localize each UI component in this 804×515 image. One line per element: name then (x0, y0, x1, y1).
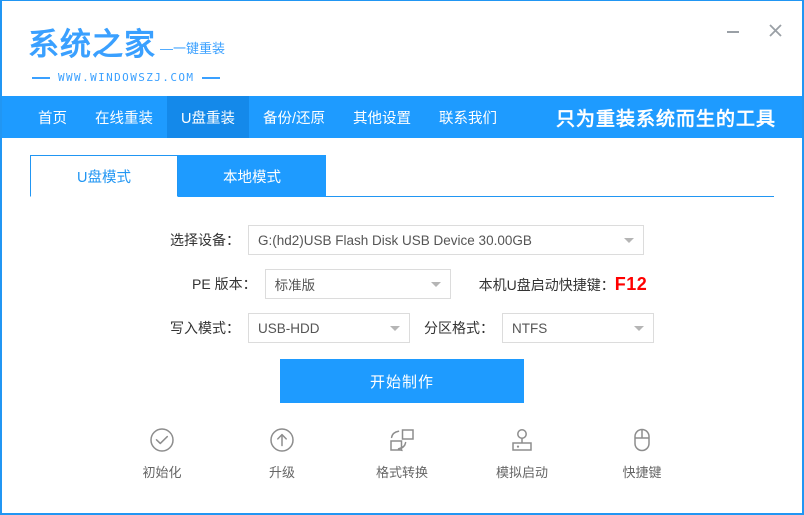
nav-item-online-reinstall[interactable]: 在线重装 (81, 96, 167, 138)
tool-label: 初始化 (142, 462, 181, 481)
nav-item-contact-us[interactable]: 联系我们 (425, 96, 511, 138)
chevron-down-icon (624, 238, 634, 243)
tab-label: 本地模式 (223, 166, 281, 187)
pe-version-select-value: 标准版 (275, 274, 316, 294)
app-logo: 系统之家 —一键重装 WWW.WINDOWSZJ.COM (28, 19, 240, 84)
device-select-value: G:(hd2)USB Flash Disk USB Device 30.00GB (258, 233, 532, 248)
device-row: 选择设备： G:(hd2)USB Flash Disk USB Device 3… (2, 225, 802, 255)
write-mode-select[interactable]: USB-HDD (248, 313, 410, 343)
title-bar: 系统之家 —一键重装 WWW.WINDOWSZJ.COM (2, 1, 802, 96)
boot-hotkey-info: 本机U盘启动快捷键：F12 (479, 274, 648, 295)
nav-item-list: 首页 在线重装 U盘重装 备份/还原 其他设置 联系我们 (2, 96, 511, 138)
start-make-button[interactable]: 开始制作 (280, 359, 524, 403)
partition-format-select-value: NTFS (512, 321, 547, 336)
logo-tagline: —一键重装 (158, 38, 225, 57)
pe-version-row: PE 版本： 标准版 本机U盘启动快捷键：F12 (2, 269, 802, 299)
chevron-down-icon (431, 282, 441, 287)
tool-label: 升级 (269, 462, 295, 481)
logo-url-row: WWW.WINDOWSZJ.COM (28, 71, 240, 84)
main-navigation: 首页 在线重装 U盘重装 备份/还原 其他设置 联系我们 只为重装系统而生的工具 (2, 96, 802, 138)
nav-slogan: 只为重装系统而生的工具 (556, 96, 776, 138)
write-mode-select-value: USB-HDD (258, 321, 320, 336)
joystick-icon (508, 425, 536, 455)
mode-tab-strip: U盘模式 本地模式 (2, 155, 802, 197)
arrow-up-circle-icon (269, 425, 295, 455)
boot-hotkey-value: F12 (615, 274, 648, 294)
usb-mode-form: 选择设备： G:(hd2)USB Flash Disk USB Device 3… (2, 197, 802, 481)
action-row: 开始制作 (2, 359, 802, 403)
tool-label: 模拟启动 (496, 462, 548, 481)
logo-main-row: 系统之家 —一键重装 (28, 19, 240, 64)
nav-item-label: U盘重装 (181, 107, 235, 128)
tool-simulate-boot[interactable]: 模拟启动 (491, 425, 553, 481)
chevron-down-icon (634, 326, 644, 331)
logo-brand-name: 系统之家 (28, 19, 156, 64)
nav-item-backup-restore[interactable]: 备份/还原 (249, 96, 339, 138)
nav-item-label: 联系我们 (439, 107, 497, 128)
tool-label: 格式转换 (376, 462, 428, 481)
pe-version-select[interactable]: 标准版 (265, 269, 451, 299)
nav-item-usb-reinstall[interactable]: U盘重装 (167, 96, 249, 138)
check-circle-icon (149, 425, 175, 455)
partition-format-label: 分区格式： (424, 318, 494, 338)
nav-item-home[interactable]: 首页 (24, 96, 81, 138)
app-window: 系统之家 —一键重装 WWW.WINDOWSZJ.COM (0, 0, 804, 515)
logo-website-url: WWW.WINDOWSZJ.COM (58, 71, 194, 84)
tab-local-mode[interactable]: 本地模式 (178, 155, 326, 197)
device-label: 选择设备： (170, 230, 240, 250)
nav-item-label: 备份/还原 (263, 107, 325, 128)
tool-hotkeys[interactable]: 快捷键 (611, 425, 673, 481)
tool-upgrade[interactable]: 升级 (251, 425, 313, 481)
tool-label: 快捷键 (622, 462, 661, 481)
tool-shortcut-row: 初始化 升级 (2, 425, 802, 481)
partition-format-select[interactable]: NTFS (502, 313, 654, 343)
tool-initialize[interactable]: 初始化 (131, 425, 193, 481)
format-convert-icon (387, 425, 417, 455)
chevron-down-icon (390, 326, 400, 331)
tab-usb-mode[interactable]: U盘模式 (30, 155, 178, 197)
window-controls (720, 17, 788, 43)
nav-item-label: 其他设置 (353, 107, 411, 128)
nav-item-label: 首页 (38, 107, 67, 128)
minimize-button[interactable] (720, 17, 746, 43)
nav-item-label: 在线重装 (95, 107, 153, 128)
pe-version-label: PE 版本： (192, 274, 257, 294)
boot-hotkey-label: 本机U盘启动快捷键： (479, 277, 615, 293)
nav-item-other-settings[interactable]: 其他设置 (339, 96, 425, 138)
mouse-icon (631, 425, 653, 455)
device-select[interactable]: G:(hd2)USB Flash Disk USB Device 30.00GB (248, 225, 644, 255)
logo-dash-left-icon (32, 77, 50, 79)
tool-format-convert[interactable]: 格式转换 (371, 425, 433, 481)
close-button[interactable] (762, 17, 788, 43)
write-mode-label: 写入模式： (170, 318, 240, 338)
tab-label: U盘模式 (77, 166, 131, 187)
write-mode-row: 写入模式： USB-HDD 分区格式： NTFS (2, 313, 802, 343)
logo-dash-right-icon (202, 77, 220, 79)
